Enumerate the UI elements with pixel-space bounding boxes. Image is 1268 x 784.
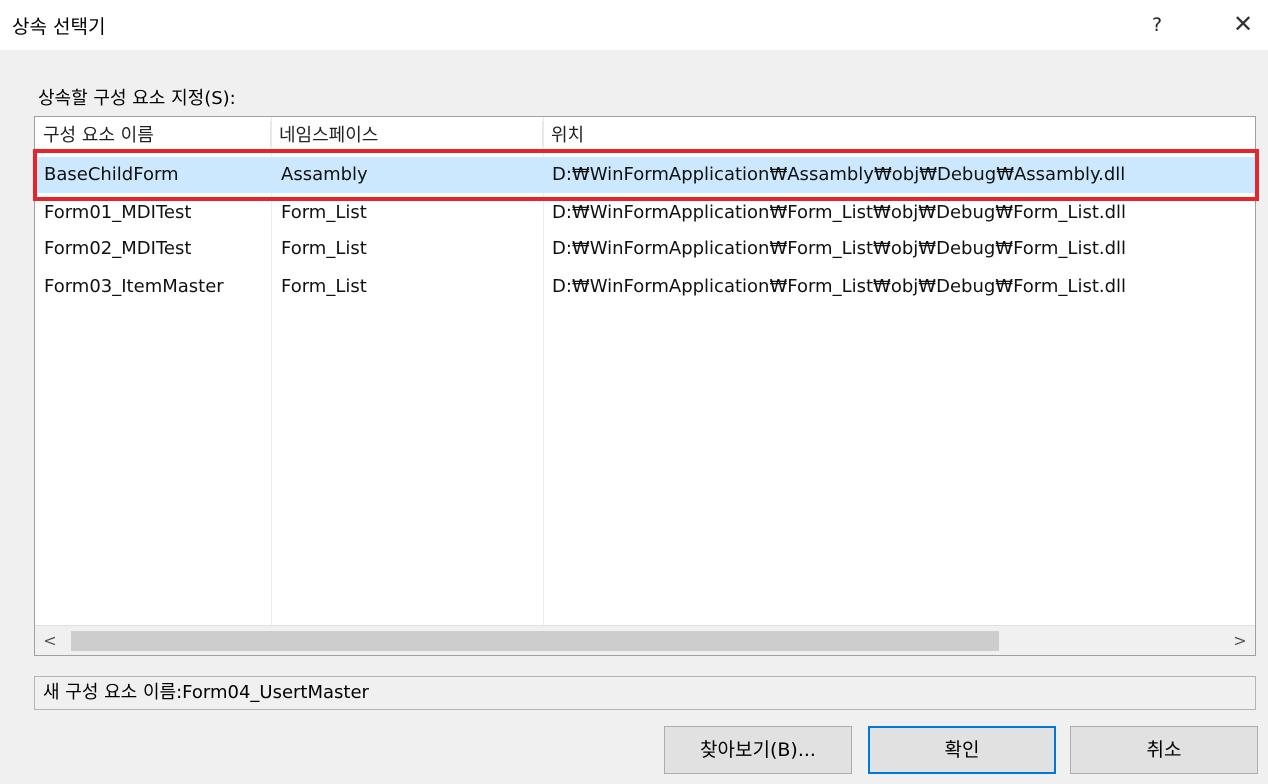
list-row[interactable]: Form01_MDITest Form_List D:₩WinFormAppli…: [35, 195, 1255, 231]
browse-button[interactable]: 찾아보기(B)...: [664, 726, 852, 774]
close-button[interactable]: ✕: [1226, 6, 1260, 42]
help-button[interactable]: ?: [1140, 8, 1174, 42]
cell-name: BaseChildForm: [44, 164, 179, 185]
component-list-label: 상속할 구성 요소 지정(S):: [38, 88, 236, 109]
column-header-namespace[interactable]: 네임스페이스: [271, 121, 543, 147]
cell-location: D:₩WinFormApplication₩Form_List₩obj₩Debu…: [552, 238, 1127, 259]
component-list[interactable]: 구성 요소 이름 네임스페이스 위치 BaseChildForm Assambl…: [34, 116, 1256, 656]
new-component-name-field: 새 구성 요소 이름:Form04_UsertMaster: [34, 676, 1256, 710]
cancel-button[interactable]: 취소: [1070, 726, 1258, 774]
dialog-title: 상속 선택기: [12, 16, 106, 38]
column-header-location[interactable]: 위치: [543, 121, 1255, 147]
list-row[interactable]: Form03_ItemMaster Form_List D:₩WinFormAp…: [35, 269, 1255, 305]
cell-namespace: Form_List: [281, 202, 367, 223]
column-divider: [271, 117, 272, 625]
cell-name: Form02_MDITest: [44, 238, 192, 259]
list-row[interactable]: Form02_MDITest Form_List D:₩WinFormAppli…: [35, 231, 1255, 267]
horizontal-scrollbar[interactable]: < >: [35, 625, 1255, 655]
column-header-name[interactable]: 구성 요소 이름: [35, 121, 271, 147]
list-row-selected[interactable]: BaseChildForm Assambly D:₩WinFormApplica…: [35, 157, 1255, 193]
ok-button[interactable]: 확인: [868, 726, 1056, 774]
cell-namespace: Assambly: [281, 164, 368, 185]
column-divider: [543, 117, 544, 625]
scroll-left-icon[interactable]: <: [35, 626, 65, 655]
cell-name: Form03_ItemMaster: [44, 276, 224, 297]
cell-name: Form01_MDITest: [44, 202, 192, 223]
cell-location: D:₩WinFormApplication₩Form_List₩obj₩Debu…: [552, 276, 1127, 297]
scrollbar-thumb[interactable]: [71, 631, 999, 651]
cell-namespace: Form_List: [281, 238, 367, 259]
cell-location: D:₩WinFormApplication₩Assambly₩obj₩Debug…: [552, 164, 1126, 185]
cell-namespace: Form_List: [281, 276, 367, 297]
title-bar: 상속 선택기 ? ✕: [0, 0, 1268, 50]
scroll-right-icon[interactable]: >: [1225, 626, 1255, 655]
cell-location: D:₩WinFormApplication₩Form_List₩obj₩Debu…: [552, 202, 1127, 223]
